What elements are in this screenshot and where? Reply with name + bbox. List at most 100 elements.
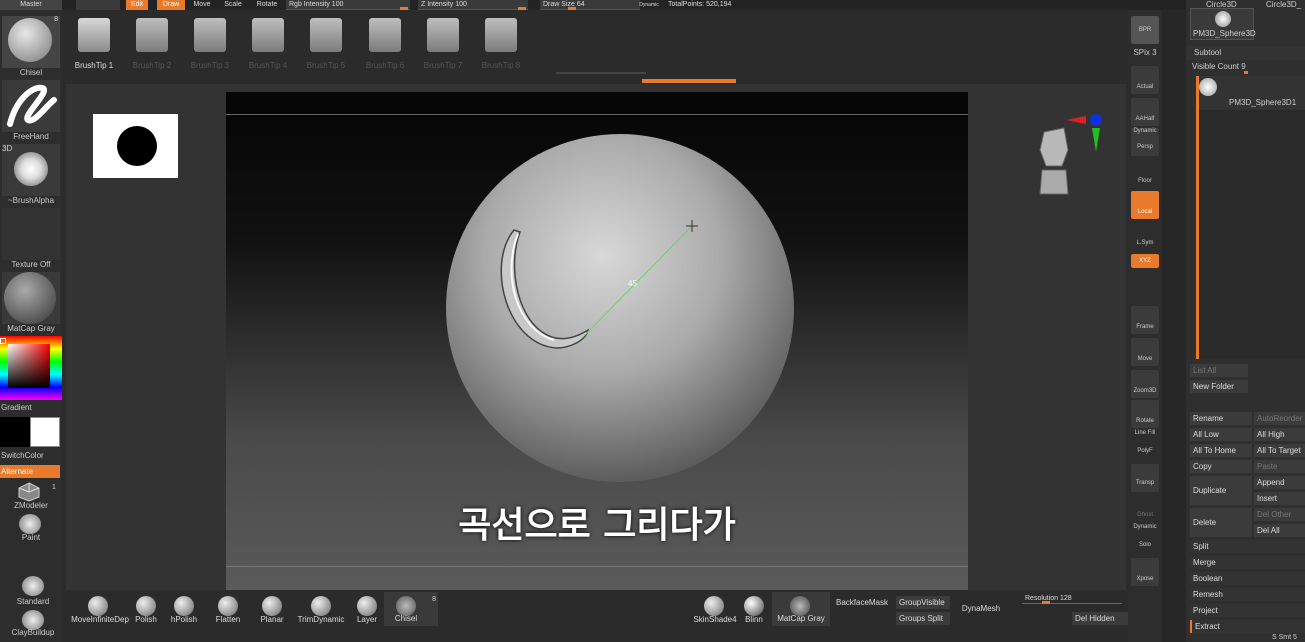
- all-to-target-button[interactable]: All To Target: [1254, 444, 1305, 457]
- brushtip-8[interactable]: [485, 18, 517, 52]
- duplicate-button[interactable]: Duplicate: [1190, 476, 1252, 505]
- rgb-intensity-slider[interactable]: Rgb Intensity 100: [286, 0, 410, 10]
- lsym-button[interactable]: L.Sym: [1131, 224, 1159, 252]
- layer-icon[interactable]: [357, 596, 377, 616]
- all-high-button[interactable]: All High: [1254, 428, 1305, 441]
- append-button[interactable]: Append: [1254, 476, 1305, 489]
- brushtip-4[interactable]: [252, 18, 284, 52]
- del-hidden-button[interactable]: Del Hidden: [1072, 612, 1128, 625]
- local-button[interactable]: Local: [1131, 191, 1159, 219]
- edit-button[interactable]: Edit: [126, 0, 148, 10]
- zoom3d-button[interactable]: Zoom3D: [1131, 370, 1159, 398]
- all-low-button[interactable]: All Low: [1190, 428, 1252, 441]
- copy-button[interactable]: Copy: [1190, 460, 1252, 473]
- resolution-knob[interactable]: [1042, 601, 1050, 604]
- transp-button[interactable]: Transp: [1131, 464, 1159, 492]
- backfacemask-button[interactable]: BackfaceMask: [832, 598, 892, 607]
- all-to-home-button[interactable]: All To Home: [1190, 444, 1252, 457]
- freehand-stroke[interactable]: [2, 80, 60, 132]
- spix-slider[interactable]: SPix 3: [1128, 48, 1162, 57]
- brushtip-3[interactable]: [194, 18, 226, 52]
- rotate-view-button[interactable]: Rotate: [1131, 400, 1159, 428]
- texture-button[interactable]: [2, 208, 60, 260]
- chisel-active[interactable]: Chisel 8: [384, 592, 438, 626]
- scale-button[interactable]: Scale: [220, 0, 246, 10]
- groups-split-button[interactable]: Groups Split: [896, 612, 950, 625]
- dynamesh-button[interactable]: DynaMesh: [956, 604, 1006, 613]
- orientation-gizmo[interactable]: [1034, 110, 1106, 196]
- hpolish-icon[interactable]: [174, 596, 194, 616]
- new-folder-button[interactable]: New Folder: [1190, 380, 1248, 393]
- merge-section[interactable]: Merge: [1190, 556, 1305, 569]
- secondary-color[interactable]: [0, 417, 30, 447]
- rotate-button[interactable]: Rotate: [253, 0, 281, 10]
- tool-sphere-tab[interactable]: PM3D_Sphere3D: [1190, 8, 1256, 40]
- draw-size-slider[interactable]: Draw Size 64: [540, 0, 640, 10]
- tool-circle3d-2[interactable]: Circle3D_: [1266, 0, 1301, 9]
- xyz-button[interactable]: XYZ: [1131, 254, 1159, 268]
- extract-section[interactable]: Extract: [1190, 620, 1305, 633]
- polyf-button[interactable]: Line Fill PolyF: [1131, 430, 1159, 458]
- move-view-button[interactable]: Move: [1131, 338, 1159, 366]
- claybuildup-icon[interactable]: [22, 610, 44, 630]
- resolution-slider[interactable]: Resolution 128: [1022, 594, 1122, 604]
- dynamic-button[interactable]: Dynamic: [634, 0, 664, 10]
- active-tab-indicator[interactable]: [642, 79, 736, 83]
- groupvisible-button[interactable]: GroupVisible: [896, 596, 950, 609]
- subtool-header[interactable]: Subtool: [1186, 46, 1305, 60]
- master-button[interactable]: Master: [0, 0, 62, 10]
- solo-button[interactable]: Dynamic Solo: [1131, 524, 1159, 552]
- remesh-section[interactable]: Remesh: [1190, 588, 1305, 601]
- del-all-button[interactable]: Del All: [1254, 524, 1305, 537]
- skinshade4-icon[interactable]: [704, 596, 724, 616]
- del-other-button[interactable]: Del Other: [1254, 508, 1305, 521]
- list-all-button[interactable]: List All: [1190, 364, 1248, 377]
- split-section[interactable]: Split: [1190, 540, 1305, 553]
- bpr-button[interactable]: BPR: [1131, 16, 1159, 44]
- brushtip-1[interactable]: [78, 18, 110, 52]
- trimdynamic-icon[interactable]: [311, 596, 331, 616]
- boolean-section[interactable]: Boolean: [1190, 572, 1305, 585]
- aahalf-button[interactable]: AAHalf: [1131, 98, 1159, 126]
- standard-brush-icon[interactable]: [22, 576, 44, 596]
- main-color[interactable]: [30, 417, 60, 447]
- chisel-brush[interactable]: 8: [2, 16, 60, 68]
- alternate-button[interactable]: Alternate: [0, 465, 60, 478]
- floor-button[interactable]: Floor: [1131, 160, 1159, 188]
- color-picker[interactable]: [0, 336, 62, 400]
- blinn-icon[interactable]: [744, 596, 764, 616]
- brushtip-5[interactable]: [310, 18, 342, 52]
- brushtip-6[interactable]: [369, 18, 401, 52]
- frame-button[interactable]: Frame: [1131, 306, 1159, 334]
- polish-icon[interactable]: [136, 596, 156, 616]
- delete-button[interactable]: Delete: [1190, 508, 1252, 537]
- subtool-item[interactable]: PM3D_Sphere3D1: [1199, 76, 1305, 110]
- brushtip-2[interactable]: [136, 18, 168, 52]
- moveinfinitedep-icon[interactable]: [88, 596, 108, 616]
- flatten-icon[interactable]: [218, 596, 238, 616]
- subtool-list[interactable]: PM3D_Sphere3D1: [1196, 76, 1305, 359]
- s-smt-slider[interactable]: S Smt 5: [1272, 634, 1297, 641]
- tips-scroll[interactable]: [556, 72, 646, 74]
- draw-button[interactable]: Draw: [157, 0, 185, 10]
- paste-button[interactable]: Paste: [1254, 460, 1305, 473]
- ghost-button[interactable]: Ghost: [1131, 496, 1159, 524]
- brushtip-7[interactable]: [427, 18, 459, 52]
- project-section[interactable]: Project: [1190, 604, 1305, 617]
- zmodeler-icon[interactable]: [18, 482, 40, 502]
- brush-alpha[interactable]: 3D: [2, 144, 60, 196]
- color-square[interactable]: [8, 344, 50, 388]
- persp-button[interactable]: Dynamic Persp: [1131, 128, 1159, 156]
- xpose-button[interactable]: Xpose: [1131, 558, 1159, 586]
- switch-color-button[interactable]: SwitchColor: [0, 451, 62, 460]
- visible-count-knob[interactable]: [1244, 71, 1248, 74]
- autoreorder-button[interactable]: AutoReorder: [1254, 412, 1305, 425]
- actual-button[interactable]: Actual: [1131, 66, 1159, 94]
- material-button[interactable]: [2, 272, 60, 324]
- insert-button[interactable]: Insert: [1254, 492, 1305, 505]
- planar-icon[interactable]: [262, 596, 282, 616]
- z-intensity-slider[interactable]: Z Intensity 100: [418, 0, 528, 10]
- paint-icon[interactable]: [19, 514, 41, 534]
- blank-button[interactable]: [76, 0, 120, 10]
- rename-button[interactable]: Rename: [1190, 412, 1252, 425]
